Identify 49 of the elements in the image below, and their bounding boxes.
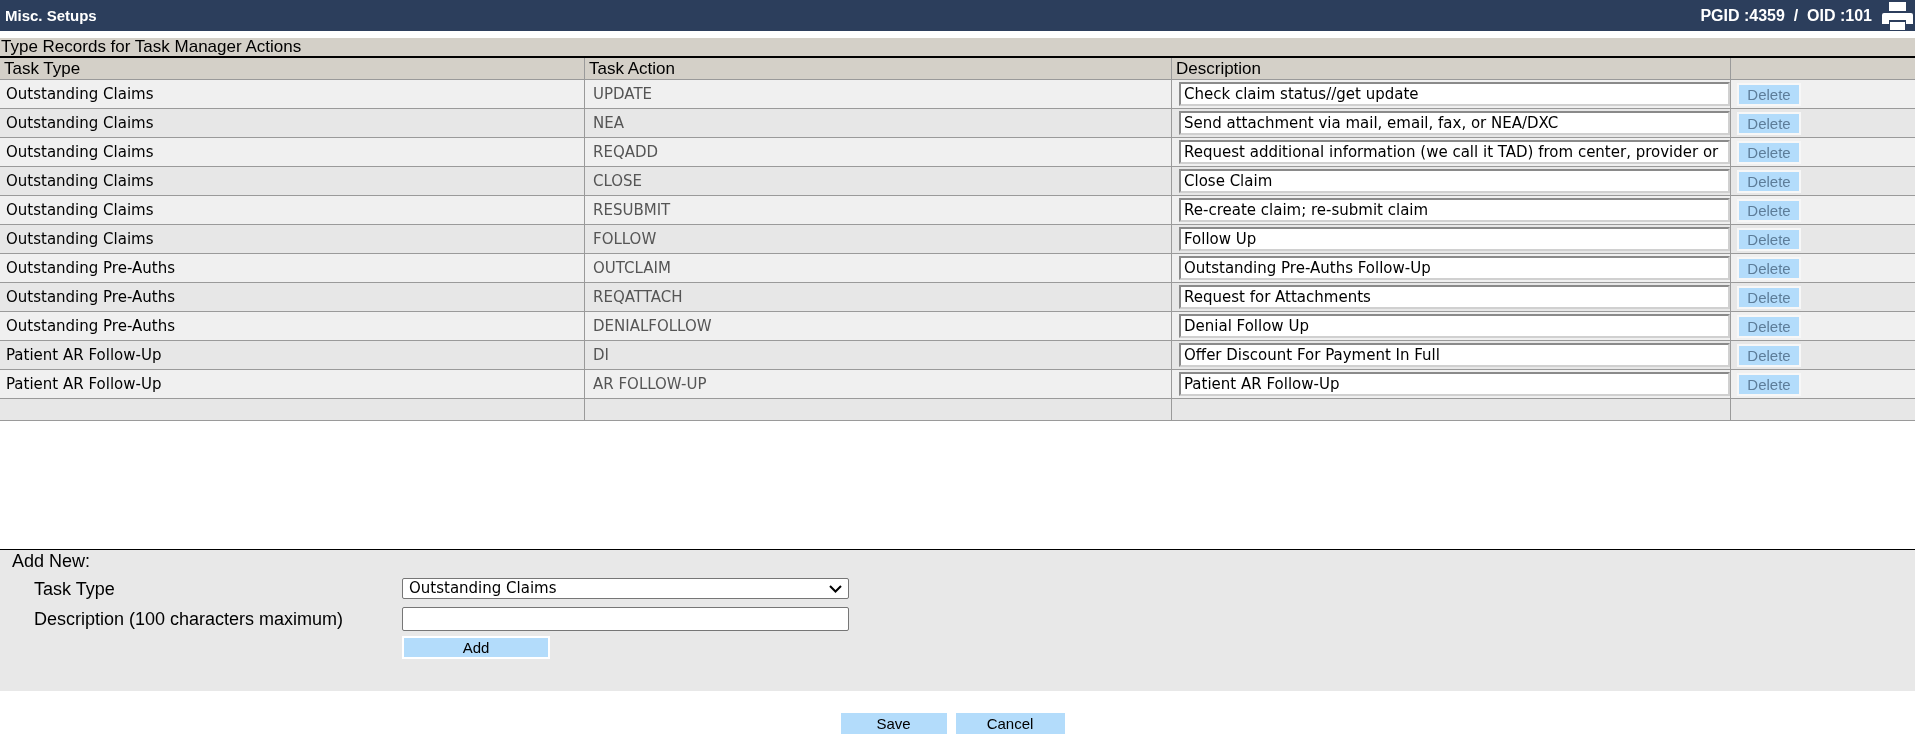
table-cell-text: Outstanding Pre-Auths xyxy=(6,315,175,337)
description-field[interactable]: Close Claim xyxy=(1179,169,1730,193)
table-cell-text: AR FOLLOW-UP xyxy=(593,373,707,395)
task-type-select[interactable]: Outstanding Claims xyxy=(402,578,849,599)
column-header: Description xyxy=(1172,58,1731,79)
table-cell-text: Outstanding Claims xyxy=(6,83,154,105)
description-input[interactable] xyxy=(402,607,849,631)
table-cell-text: NEA xyxy=(593,112,624,134)
save-button[interactable]: Save xyxy=(840,713,947,734)
table-cell-text: Patient AR Follow-Up xyxy=(6,373,162,395)
field-label: Description (100 characters maximum) xyxy=(34,609,344,629)
table-cell-text: OUTCLAIM xyxy=(593,257,671,279)
table-cell-text: RESUBMIT xyxy=(593,199,671,221)
table-cell-text: Outstanding Claims xyxy=(6,112,154,134)
description-field[interactable]: Outstanding Pre-Auths Follow-Up xyxy=(1179,256,1730,280)
table-cell-text: CLOSE xyxy=(593,170,643,192)
table-cell-text: DI xyxy=(593,344,609,366)
table-cell-text: Patient AR Follow-Up xyxy=(6,344,162,366)
cancel-button[interactable]: Cancel xyxy=(955,713,1065,734)
description-field[interactable]: Send attachment via mail, email, fax, or NEA/DXC xyxy=(1179,111,1730,135)
description-field[interactable]: Request additional information (we call it TAD) from center, provider or xyxy=(1179,140,1730,164)
add-new-title: Add New: xyxy=(12,552,91,571)
page-title: Misc. Setups xyxy=(5,6,97,25)
table-cell-text: Outstanding Claims xyxy=(6,141,154,163)
description-field[interactable]: Offer Discount For Payment In Full xyxy=(1179,343,1730,367)
description-field[interactable]: Check claim status//get update xyxy=(1179,82,1730,106)
description-field[interactable]: Denial Follow Up xyxy=(1179,314,1730,338)
description-field[interactable]: Re-create claim; re-submit claim xyxy=(1179,198,1730,222)
description-field[interactable]: Follow Up xyxy=(1179,227,1730,251)
table-caption: Type Records for Task Manager Actions xyxy=(0,38,1915,58)
table-cell-text: Outstanding Claims xyxy=(6,170,154,192)
table-cell-text: FOLLOW xyxy=(593,228,657,250)
table-cell-text: Outstanding Pre-Auths xyxy=(6,286,175,308)
ids-label: PGID :4359 / OID :101 xyxy=(1700,6,1872,25)
description-field[interactable]: Request for Attachments xyxy=(1179,285,1730,309)
column-header: Task Action xyxy=(585,58,1172,79)
table-cell-text: UPDATE xyxy=(593,83,653,105)
field-label: Task Type xyxy=(34,578,115,599)
chevron-down-icon xyxy=(829,584,842,593)
column-header: Task Type xyxy=(0,58,585,79)
printer-icon[interactable] xyxy=(1882,1,1913,30)
description-field[interactable]: Patient AR Follow-Up xyxy=(1179,372,1730,396)
table-cell-text: REQATTACH xyxy=(593,286,683,308)
add-button[interactable]: Add xyxy=(402,636,550,659)
table-cell-text: REQADD xyxy=(593,141,659,163)
table-cell-text: Outstanding Pre-Auths xyxy=(6,257,175,279)
table-cell-text: Outstanding Claims xyxy=(6,228,154,250)
table-cell-text: DENIALFOLLOW xyxy=(593,315,712,337)
table-cell-text: Outstanding Claims xyxy=(6,199,154,221)
